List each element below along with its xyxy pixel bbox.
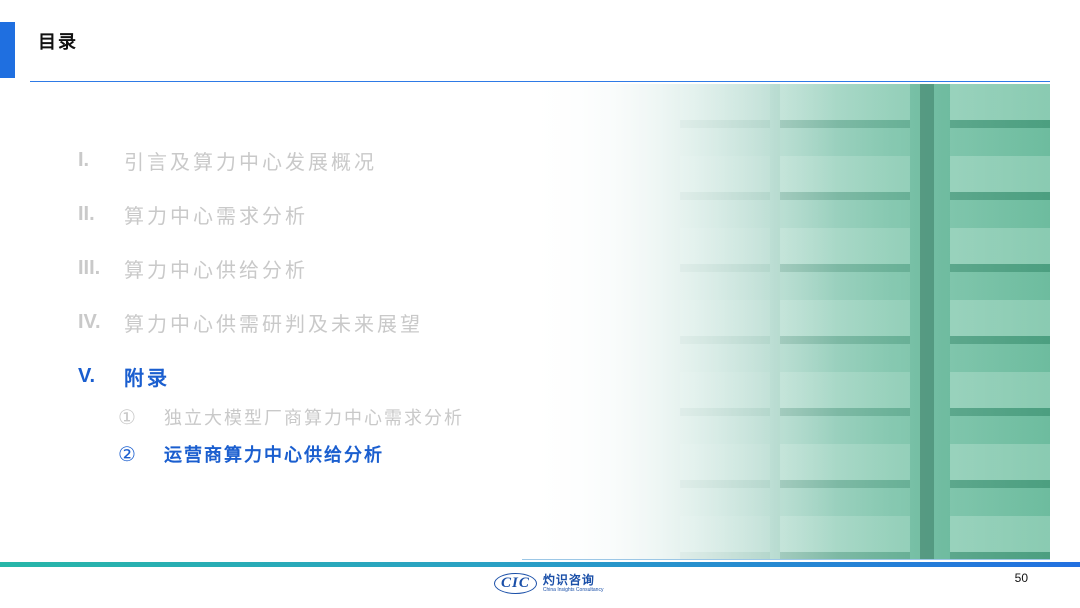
- logo-chinese-name: 灼识咨询: [542, 572, 595, 587]
- logo-mark: CIC: [494, 573, 537, 594]
- toc-item-number: V.: [78, 365, 96, 387]
- footer-gradient-bar: [0, 562, 1080, 567]
- toc-item-label: 引言及算力中心发展概况: [124, 150, 377, 174]
- server-rack-image: [520, 84, 1050, 560]
- toc-item-label: 算力中心供给分析: [124, 258, 308, 282]
- toc-item-label: 算力中心需求分析: [124, 204, 308, 228]
- header-accent-bar: [0, 22, 15, 78]
- appendix-item-number: ①: [118, 405, 136, 429]
- appendix-item-operators[interactable]: ② 运营商算力中心供给分析: [118, 441, 384, 467]
- toc-item-number: I.: [78, 149, 90, 171]
- appendix-item-model-vendors[interactable]: ① 独立大模型厂商算力中心需求分析: [118, 404, 464, 430]
- logo-english-name: China Insights Consultancy: [542, 586, 604, 593]
- toc-item-introduction[interactable]: I. 引言及算力中心发展概况: [78, 146, 377, 175]
- logo-text: 灼识咨询 China Insights Consultancy: [542, 572, 604, 594]
- company-logo: CIC 灼识咨询 China Insights Consultancy: [494, 573, 603, 594]
- toc-item-number: IV.: [78, 311, 101, 333]
- appendix-item-label: 运营商算力中心供给分析: [164, 445, 384, 466]
- toc-item-supply[interactable]: III. 算力中心供给分析: [78, 254, 308, 283]
- toc-item-number: II.: [78, 203, 95, 225]
- toc-item-demand[interactable]: II. 算力中心需求分析: [78, 200, 308, 229]
- appendix-item-number: ②: [118, 442, 136, 466]
- toc-item-label: 算力中心供需研判及未来展望: [124, 312, 423, 336]
- page-number: 50: [1014, 571, 1028, 585]
- toc-item-label: 附录: [124, 366, 170, 390]
- toc-item-appendix[interactable]: V. 附录: [78, 362, 170, 391]
- header-divider: [30, 81, 1050, 82]
- appendix-item-label: 独立大模型厂商算力中心需求分析: [164, 408, 464, 429]
- toc-item-outlook[interactable]: IV. 算力中心供需研判及未来展望: [78, 308, 423, 337]
- image-fade-overlay: [520, 84, 1050, 560]
- footer-thin-rule: [522, 559, 1050, 560]
- page-title: 目录: [38, 32, 78, 53]
- toc-item-number: III.: [78, 257, 101, 279]
